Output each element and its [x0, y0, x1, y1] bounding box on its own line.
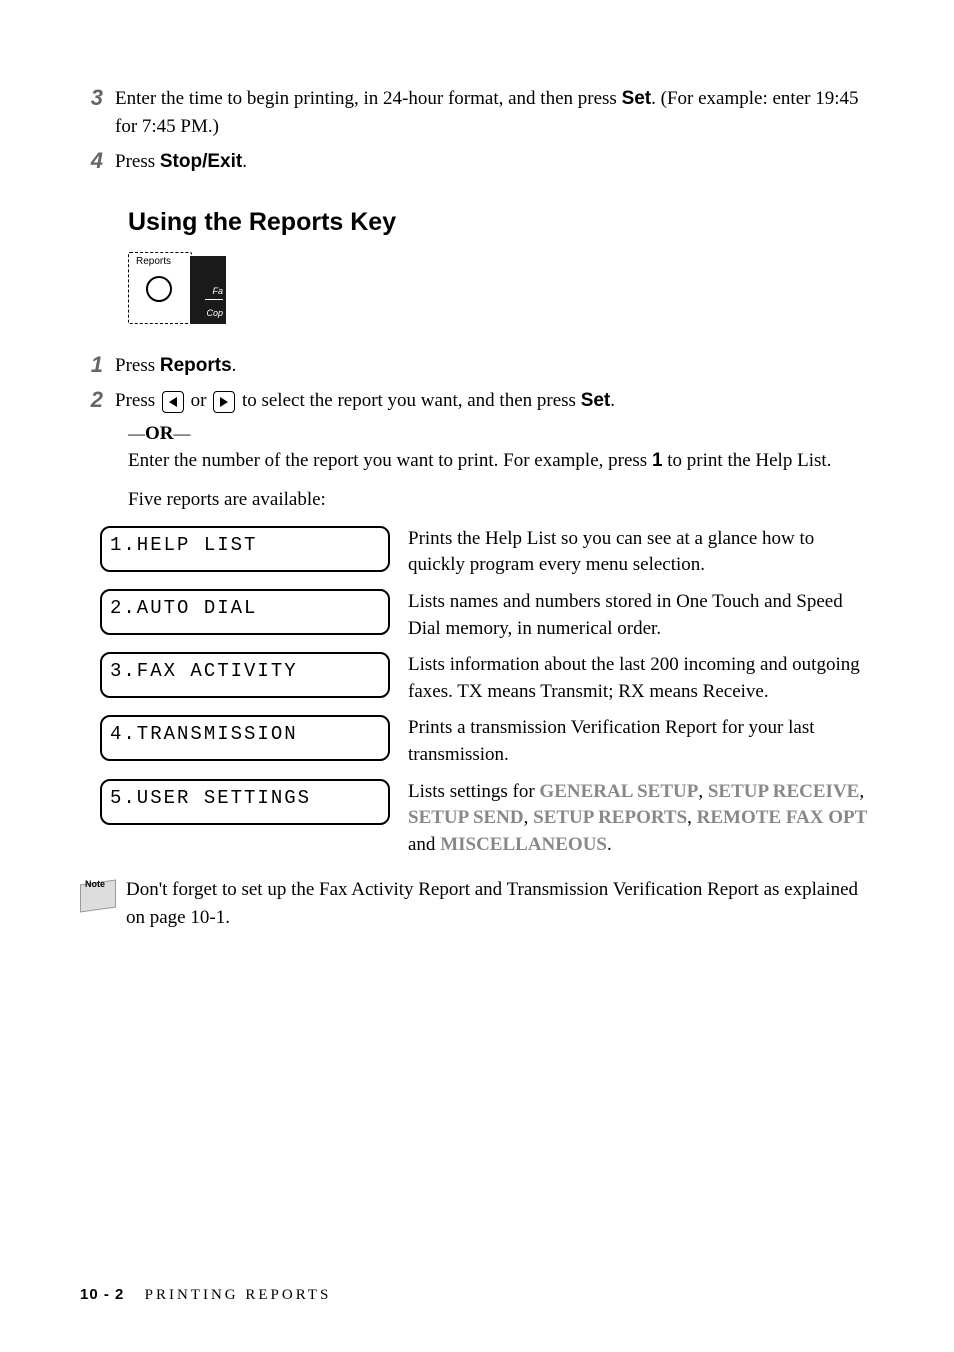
or-a: Enter the number of the report you want …: [128, 450, 652, 471]
usage-num-2: 2: [80, 387, 115, 413]
g5: REMOTE FAX OPT: [697, 807, 868, 828]
lcd-3: 3.FAX ACTIVITY: [100, 652, 390, 698]
lcd-1: 1.HELP LIST: [100, 526, 390, 572]
d5a: Lists settings for: [408, 781, 539, 802]
desc-1: Prints the Help List so you can see at a…: [408, 526, 874, 579]
report-row-2: 2.AUTO DIAL Lists names and numbers stor…: [100, 589, 874, 642]
or-c: to print the Help List.: [663, 450, 832, 471]
heading-using-reports-key: Using the Reports Key: [128, 208, 874, 237]
reports-list: 1.HELP LIST Prints the Help List so you …: [100, 526, 874, 859]
note-body: Don't forget to set up the Fax Activity …: [126, 876, 874, 931]
or-instruction: Enter the number of the report you want …: [128, 447, 874, 475]
underline-icon: [205, 299, 223, 300]
usage-step-2: 2 Press or to select the report you want…: [80, 387, 874, 415]
g2: SETUP RECEIVE: [708, 781, 860, 802]
u1-c: .: [232, 355, 237, 376]
usage-text-1: Press Reports.: [115, 352, 874, 380]
desc-4: Prints a transmission Verification Repor…: [408, 715, 874, 768]
step4-text-c: .: [242, 151, 247, 172]
step-3: 3 Enter the time to begin printing, in 2…: [80, 85, 874, 140]
reports-diagram-label: Reports: [136, 256, 171, 267]
u1-a: Press: [115, 355, 160, 376]
note-label: Note: [85, 879, 105, 889]
fa-label: Fa: [212, 286, 223, 296]
g3: SETUP SEND: [408, 807, 524, 828]
step4-stopexit: Stop/Exit: [160, 151, 242, 172]
step-num-3: 3: [80, 85, 115, 111]
reports-button-diagram: Reports Fa Cop: [128, 252, 228, 332]
u2-a: Press: [115, 390, 160, 411]
cop-label: Cop: [206, 308, 223, 318]
five-reports-intro: Five reports are available:: [128, 486, 874, 514]
report-row-3: 3.FAX ACTIVITY Lists information about t…: [100, 652, 874, 705]
desc-3: Lists information about the last 200 inc…: [408, 652, 874, 705]
c3: ,: [524, 807, 534, 828]
c4: ,: [687, 807, 697, 828]
step3-set: Set: [622, 88, 652, 109]
usage-step-1: 1 Press Reports.: [80, 352, 874, 380]
left-arrow-icon: [162, 391, 184, 413]
u2-c: to select the report you want, and then …: [242, 390, 581, 411]
desc-5: Lists settings for GENERAL SETUP, SETUP …: [408, 779, 874, 859]
report-row-5: 5.USER SETTINGS Lists settings for GENER…: [100, 779, 874, 859]
step4-text-a: Press: [115, 151, 160, 172]
lcd-2: 2.AUTO DIAL: [100, 589, 390, 635]
usage-text-2: Press or to select the report you want, …: [115, 387, 874, 415]
page-footer: 10 - 2 PRINTING REPORTS: [80, 1286, 331, 1304]
g4: SETUP REPORTS: [533, 807, 687, 828]
report-row-4: 4.TRANSMISSION Prints a transmission Ver…: [100, 715, 874, 768]
or-separator: ——OR—OR—: [128, 423, 874, 445]
report-row-1: 1.HELP LIST Prints the Help List so you …: [100, 526, 874, 579]
u1-reports: Reports: [160, 355, 232, 376]
c1: ,: [698, 781, 708, 802]
c6: .: [607, 834, 612, 855]
button-circle-icon: [146, 276, 172, 302]
step-text-3: Enter the time to begin printing, in 24-…: [115, 85, 874, 140]
step-num-4: 4: [80, 148, 115, 174]
u2-e: .: [610, 390, 615, 411]
step-text-4: Press Stop/Exit.: [115, 148, 874, 176]
lcd-4: 4.TRANSMISSION: [100, 715, 390, 761]
note-icon: Note: [80, 876, 120, 912]
note-block: Note Don't forget to set up the Fax Acti…: [80, 876, 874, 931]
lcd-5: 5.USER SETTINGS: [100, 779, 390, 825]
step3-text-a: Enter the time to begin printing, in 24-…: [115, 88, 622, 109]
step-4: 4 Press Stop/Exit.: [80, 148, 874, 176]
g6: MISCELLANEOUS: [440, 834, 607, 855]
c2: ,: [859, 781, 864, 802]
usage-num-1: 1: [80, 352, 115, 378]
or-b: 1: [652, 450, 663, 471]
u2-set: Set: [581, 390, 611, 411]
right-arrow-icon: [213, 391, 235, 413]
footer-page: 10 - 2: [80, 1286, 124, 1303]
c5: and: [408, 834, 440, 855]
footer-section: PRINTING REPORTS: [145, 1287, 332, 1303]
u2-b: or: [191, 390, 212, 411]
desc-2: Lists names and numbers stored in One To…: [408, 589, 874, 642]
g1: GENERAL SETUP: [539, 781, 698, 802]
panel-part: Fa Cop: [190, 256, 226, 324]
